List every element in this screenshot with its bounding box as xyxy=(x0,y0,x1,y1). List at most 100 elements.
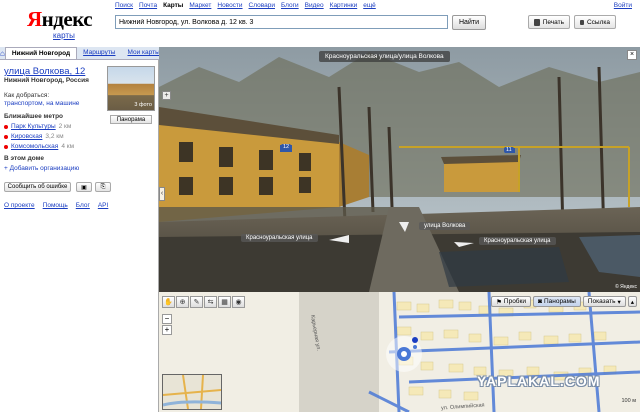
topnav-item[interactable]: Маркет xyxy=(189,2,211,9)
tab-routes[interactable]: Маршруты xyxy=(77,47,121,59)
panorama-image xyxy=(159,47,640,292)
search-input[interactable] xyxy=(115,15,448,29)
panorama-button[interactable]: Панорама xyxy=(110,115,152,124)
yandex-logo[interactable]: Яндекс xyxy=(27,7,93,32)
report-error-button[interactable]: Сообщить об ошибке xyxy=(4,182,71,192)
footer-links: О проекте Помощь Блог API xyxy=(4,202,108,209)
metro-name[interactable]: Комсомольская xyxy=(11,143,58,150)
traffic-button[interactable]: ⚑ Пробки xyxy=(491,296,532,307)
metro-distance: 3,2 км xyxy=(45,133,64,140)
metro-icon xyxy=(4,124,8,129)
metro-item: Кировская 3,2 км xyxy=(4,133,64,140)
footer-link-blog[interactable]: Блог xyxy=(76,202,90,209)
traffic-label: Пробки xyxy=(503,298,527,305)
topnav-item[interactable]: Видео xyxy=(305,2,324,9)
header: Яндекс карты Поиск Почта Карты Маркет Новост… xyxy=(0,0,640,46)
close-icon[interactable]: × xyxy=(627,50,637,60)
link-label: Ссылка xyxy=(586,18,610,26)
panorama-street-label: Красноуральская улица/улица Волкова xyxy=(319,51,450,62)
find-button[interactable]: Найти xyxy=(452,15,486,30)
map-toolbar: ✋ ⊕ ✎ ⇆ ▦ ◉ xyxy=(162,296,245,308)
panoramas-label: Панорамы xyxy=(543,298,576,305)
tab-city[interactable]: Нижний Новгород xyxy=(4,47,78,59)
chevron-down-icon: ▾ xyxy=(617,298,621,306)
collapse-icon: ▴ xyxy=(630,298,634,306)
house-number-plate: 12 xyxy=(281,144,292,150)
street-panorama[interactable]: Красноуральская улица/улица Волкова × + … xyxy=(159,47,640,292)
printer-icon xyxy=(534,18,540,26)
howto-links[interactable]: транспортом, на машине xyxy=(4,100,79,107)
map-canvas xyxy=(159,292,640,412)
metro-distance: 2 км xyxy=(58,123,72,130)
building-heading: В этом доме xyxy=(4,155,45,162)
topnav-item[interactable]: Почта xyxy=(139,2,157,9)
watermark: YAPLAKAL.COM xyxy=(477,373,601,389)
metro-name[interactable]: Парк Культуры xyxy=(11,123,56,130)
link-button[interactable]: Ссылка xyxy=(574,15,616,29)
zoom-out-button[interactable]: − xyxy=(162,314,172,324)
topnav-item[interactable]: Картинки xyxy=(330,2,358,9)
share-icon: ⎘ xyxy=(100,183,106,190)
metro-distance: 4 км xyxy=(61,143,75,150)
footer-link-help[interactable]: Помощь xyxy=(43,202,68,209)
ruler-icon[interactable]: ✎ xyxy=(190,296,203,308)
metro-icon xyxy=(4,144,8,149)
panorama-direction-left[interactable]: Красноуральская улица xyxy=(241,234,318,242)
house-number-plate-far: 11 xyxy=(504,147,514,153)
footer-link-api[interactable]: API xyxy=(98,202,108,209)
top-navigation: Поиск Почта Карты Маркет Новости Словари Блоги… xyxy=(115,2,376,9)
map-scale: 100 м xyxy=(621,398,637,404)
route-icon[interactable]: ⇆ xyxy=(204,296,217,308)
logo-letter: Я xyxy=(27,7,42,31)
address-title[interactable]: улица Волкова, 12 xyxy=(4,66,85,77)
zoom-control: − + xyxy=(162,314,172,335)
panorama-tool-icon[interactable]: ◉ xyxy=(232,296,245,308)
share-small-button[interactable]: ⎘ xyxy=(95,182,111,192)
zoom-area-icon[interactable]: ⊕ xyxy=(176,296,189,308)
layers-icon[interactable]: ▦ xyxy=(218,296,231,308)
map-layer-buttons: ⚑ Пробки ◙ Панорамы Показать ▾ ▴ xyxy=(491,296,637,307)
topnav-item[interactable]: Новости xyxy=(217,2,242,9)
howto-label: Как добраться: xyxy=(4,92,50,99)
print-button[interactable]: Печать xyxy=(528,15,570,29)
panorama-direction-center[interactable]: улица Волкова xyxy=(419,222,471,230)
topnav-item[interactable]: Словари xyxy=(249,2,275,9)
topnav-item[interactable]: Блоги xyxy=(281,2,299,9)
map-view[interactable]: Карьерная ул. ул. Олимпийская ✋ ⊕ ✎ ⇆ ▦ … xyxy=(159,292,640,412)
show-dropdown[interactable]: Показать ▾ xyxy=(582,296,626,307)
add-organization-link[interactable]: + Добавить организацию xyxy=(4,165,79,172)
panoramas-button[interactable]: ◙ Панорамы xyxy=(533,296,581,307)
metro-name[interactable]: Кировская xyxy=(11,133,42,140)
metro-item: Парк Культуры 2 км xyxy=(4,123,71,130)
zoom-in-button[interactable]: + xyxy=(162,325,172,335)
footer-link-about[interactable]: О проекте xyxy=(4,202,35,209)
zoom-in-icon[interactable]: + xyxy=(162,91,171,100)
topnav-item[interactable]: Поиск xyxy=(115,2,133,9)
panorama-thumbnail[interactable]: 3 фото xyxy=(107,66,155,111)
print-label: Печать xyxy=(542,18,564,26)
printer-icon: ▣ xyxy=(81,184,87,191)
address-subtitle: Нижний Новгород, Россия xyxy=(4,77,89,84)
metro-icon xyxy=(4,134,8,139)
hand-tool-icon[interactable]: ✋ xyxy=(162,296,175,308)
collapse-map-button[interactable]: ▴ xyxy=(627,296,637,307)
tab-bar: ⌂ Нижний Новгород Маршруты Мои карты xyxy=(0,47,160,60)
link-icon xyxy=(580,19,584,25)
logo-text: ндекс xyxy=(41,7,93,31)
metro-heading: Ближайшее метро xyxy=(4,113,64,120)
traffic-icon: ⚑ xyxy=(496,298,502,306)
panorama-copyright: © Яндекс xyxy=(615,284,637,290)
left-panel: ⌂ Нижний Новгород Маршруты Мои карты ули… xyxy=(0,47,160,412)
topnav-item: Карты xyxy=(163,2,184,9)
chevron-left-icon[interactable]: ‹ xyxy=(159,187,165,201)
metro-item: Комсомольская 4 км xyxy=(4,143,74,150)
login-link[interactable]: Войти xyxy=(614,2,632,9)
overview-minimap[interactable] xyxy=(162,374,222,410)
service-name-link[interactable]: карты xyxy=(53,31,75,40)
panorama-direction-right[interactable]: Красноуральская улица xyxy=(479,237,556,245)
show-label: Показать xyxy=(587,298,616,305)
print-small-button[interactable]: ▣ xyxy=(76,182,92,192)
minimap-canvas xyxy=(162,374,222,410)
topnav-item[interactable]: ещё xyxy=(363,2,376,9)
photo-count: 3 фото xyxy=(134,102,152,108)
